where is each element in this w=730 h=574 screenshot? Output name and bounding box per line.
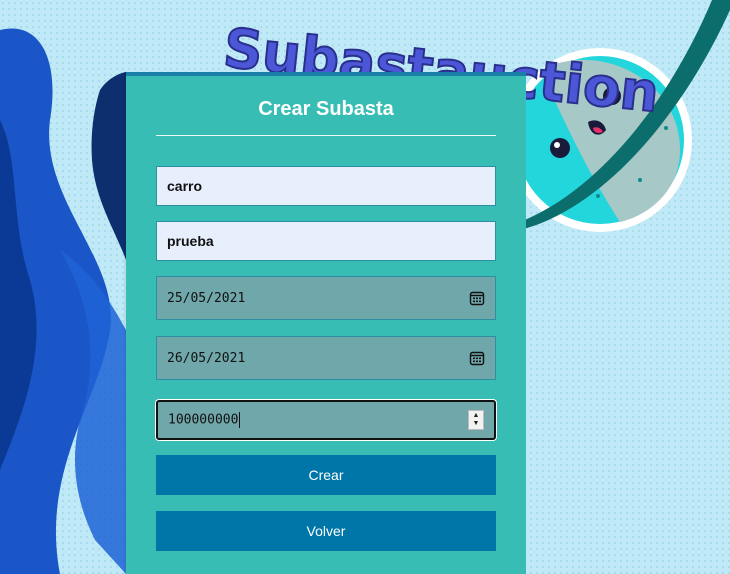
end-date-input[interactable]: 26/05/2021: [156, 336, 496, 380]
price-input[interactable]: 100000000 ▲ ▼: [156, 400, 496, 440]
form-title: Crear Subasta: [258, 98, 394, 120]
start-date-value: 25/05/2021: [167, 290, 246, 306]
price-input-value: 100000000: [168, 412, 241, 428]
title-divider: [156, 135, 496, 136]
description-input-value: prueba: [167, 233, 214, 249]
text-caret: [239, 412, 241, 428]
spinner-down-icon[interactable]: ▼: [473, 420, 480, 428]
spinner-up-icon[interactable]: ▲: [473, 412, 480, 420]
calendar-icon[interactable]: [469, 290, 485, 306]
name-input[interactable]: carro: [156, 166, 496, 206]
name-input-value: carro: [167, 178, 203, 194]
end-date-value: 26/05/2021: [167, 350, 246, 366]
create-auction-card: Crear Subasta carro prueba 25/05/2021 26…: [126, 72, 526, 574]
back-button[interactable]: Volver: [156, 511, 496, 551]
description-input[interactable]: prueba: [156, 221, 496, 261]
calendar-icon[interactable]: [469, 350, 485, 366]
create-button[interactable]: Crear: [156, 455, 496, 495]
spinner-icon[interactable]: ▲ ▼: [468, 410, 484, 430]
start-date-input[interactable]: 25/05/2021: [156, 276, 496, 320]
